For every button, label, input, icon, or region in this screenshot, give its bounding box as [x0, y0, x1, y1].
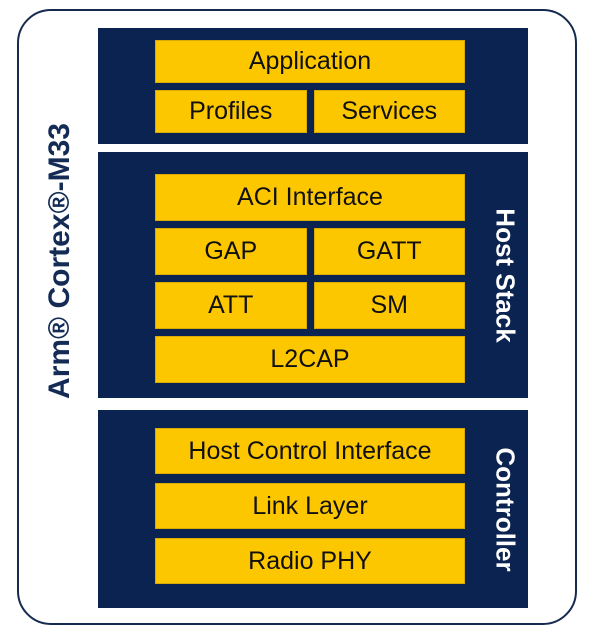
block-host-control-interface[interactable]: Host Control Interface [155, 428, 465, 474]
host-stack-row-4: L2CAP [155, 336, 465, 383]
host-stack-row-2: GAP GATT [155, 228, 465, 275]
panel-application: Application Profiles Services [98, 28, 528, 144]
controller-row-2: Link Layer [155, 483, 465, 529]
controller-side-label-text: Controller [490, 446, 521, 572]
application-row-1: Application [155, 40, 465, 83]
block-application[interactable]: Application [155, 40, 465, 83]
block-aci-interface[interactable]: ACI Interface [155, 174, 465, 221]
block-gap[interactable]: GAP [155, 228, 307, 275]
block-radio-phy[interactable]: Radio PHY [155, 538, 465, 584]
controller-row-3: Radio PHY [155, 538, 465, 584]
ble-stack-diagram: Arm® Cortex®-M33 Application Profiles Se… [0, 0, 600, 636]
application-row-2: Profiles Services [155, 90, 465, 133]
block-services[interactable]: Services [313, 90, 465, 133]
cpu-label: Arm® Cortex®-M33 [43, 123, 76, 399]
block-link-layer[interactable]: Link Layer [155, 483, 465, 529]
controller-row-1: Host Control Interface [155, 428, 465, 474]
block-sm[interactable]: SM [313, 282, 465, 329]
block-l2cap[interactable]: L2CAP [155, 336, 465, 383]
host-stack-row-3: ATT SM [155, 282, 465, 329]
panel-controller: Controller Host Control Interface Link L… [98, 410, 528, 608]
host-stack-side-label: Host Stack [482, 152, 528, 398]
host-stack-row-1: ACI Interface [155, 174, 465, 221]
block-profiles[interactable]: Profiles [155, 90, 307, 133]
controller-side-label: Controller [482, 410, 528, 608]
block-att[interactable]: ATT [155, 282, 307, 329]
application-blocks: Application Profiles Services [155, 28, 465, 144]
panel-host-stack: Host Stack ACI Interface GAP GATT ATT SM… [98, 152, 528, 398]
host-stack-blocks: ACI Interface GAP GATT ATT SM L2CAP [155, 152, 465, 398]
controller-blocks: Host Control Interface Link Layer Radio … [155, 410, 465, 608]
host-stack-side-label-text: Host Stack [490, 207, 521, 343]
block-gatt[interactable]: GATT [313, 228, 465, 275]
